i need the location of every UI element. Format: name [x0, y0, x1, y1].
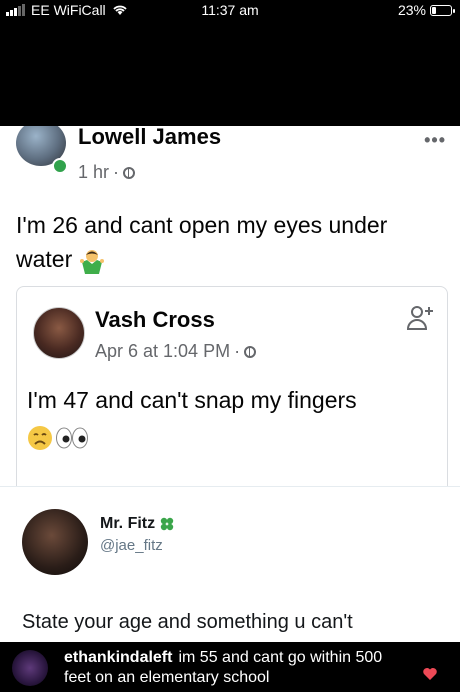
four-leaf-clover-icon: [160, 517, 174, 531]
eyes-emoji-icon: [56, 427, 88, 449]
add-friend-icon[interactable]: [405, 303, 435, 333]
battery-fill: [432, 6, 436, 14]
facebook-post: Lowell James 1 hr · ••• I'm 26 and cant …: [0, 126, 460, 486]
shared-post[interactable]: Vash Cross Apr 6 at 1:04 PM · I'm 47 and…: [16, 286, 448, 486]
avatar[interactable]: [12, 650, 48, 686]
shared-post-text: I'm 47 and can't snap my fingers: [27, 387, 357, 413]
shared-post-author[interactable]: Vash Cross: [95, 307, 215, 333]
tweet-handle[interactable]: @jae_fitz: [100, 537, 163, 554]
tweet-author[interactable]: Mr. Fitz: [100, 515, 175, 533]
avatar[interactable]: [33, 307, 85, 359]
post-author[interactable]: Lowell James: [78, 126, 221, 150]
tweet-card: Mr. Fitz @jae_fitz State your age and so…: [0, 486, 460, 643]
avatar[interactable]: [22, 509, 88, 575]
status-bar: EE WiFiCall 11:37 am 23%: [0, 0, 460, 22]
shared-post-emojis: [27, 425, 89, 451]
status-right: 23%: [397, 2, 455, 18]
shared-post-time[interactable]: Apr 6 at 1:04 PM: [95, 341, 230, 362]
post-text-content: I'm 26 and cant open my eyes under water: [16, 212, 388, 272]
comment-row: ethankindaleft im 55 and cant go within 5…: [0, 642, 460, 692]
post-text: I'm 26 and cant open my eyes under water: [16, 208, 446, 276]
person-shrugging-emoji-icon: [79, 249, 104, 274]
post-meta: 1 hr ·: [78, 162, 136, 183]
globe-icon: [244, 345, 257, 358]
comment-body: ethankindaleft im 55 and cant go within 5…: [64, 648, 404, 688]
status-time: 11:37 am: [201, 2, 259, 18]
heart-icon[interactable]: [422, 666, 438, 682]
battery-percent: 23%: [397, 2, 426, 18]
globe-icon: [123, 166, 136, 179]
separator-dot: ·: [234, 341, 241, 361]
online-indicator-icon: [52, 158, 68, 174]
battery-icon: [430, 4, 455, 16]
weary-face-emoji-icon: [28, 426, 52, 450]
tweet-author-name: Mr. Fitz: [100, 515, 156, 532]
shared-post-meta: Apr 6 at 1:04 PM ·: [95, 341, 257, 362]
post-time[interactable]: 1 hr: [78, 162, 109, 183]
more-options-button[interactable]: •••: [424, 130, 446, 151]
tweet-text: State your age and something u can't: [22, 611, 353, 633]
separator-dot: ·: [113, 162, 120, 182]
comment-username[interactable]: ethankindaleft: [64, 649, 172, 666]
